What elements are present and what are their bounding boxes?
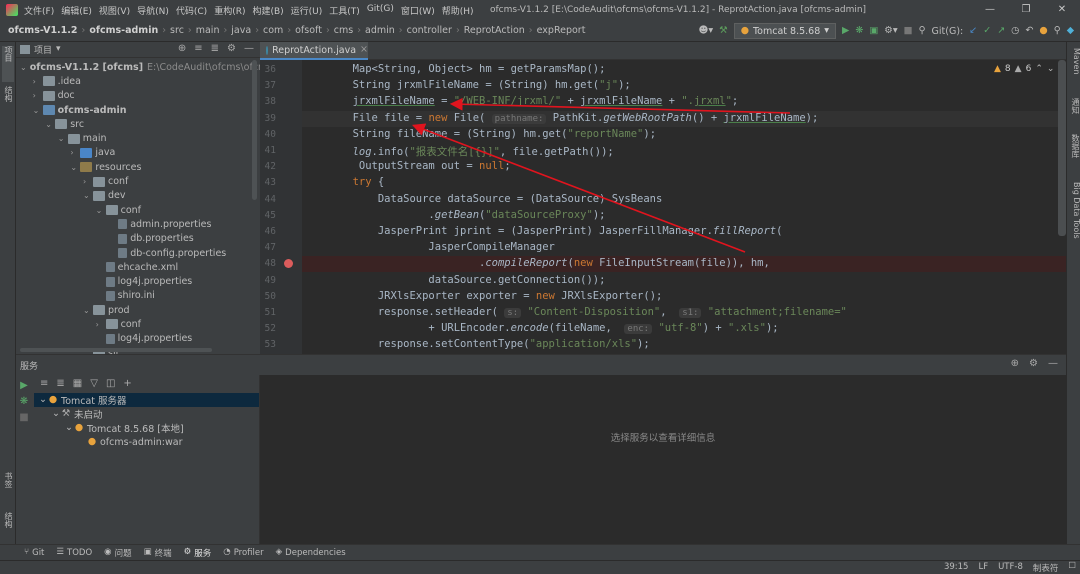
hide-icon[interactable]: — <box>1048 359 1058 369</box>
expand-all-icon[interactable]: ≡ <box>40 379 48 389</box>
service-node-label: 未启动 <box>74 410 103 421</box>
arrow-jrxml-to-file <box>449 97 791 114</box>
dependencies-icon: ◈ <box>275 547 283 558</box>
collapse-all-icon[interactable]: ≣ <box>56 379 64 389</box>
services-panel-title: 服务 <box>20 361 39 372</box>
services-empty-message: 选择服务以查看详细信息 <box>610 433 716 444</box>
tool-tab-终端[interactable]: ▣ 终端 <box>143 547 172 559</box>
service-node-label: ofcms-admin:war <box>100 436 183 448</box>
service-node[interactable]: ⌄ ⚒ 未启动 <box>34 407 259 421</box>
tool-tab-profiler[interactable]: ◔ Profiler <box>223 548 263 558</box>
gear-icon[interactable]: ⚙ <box>1029 359 1038 369</box>
right-tool-strip: Maven 通知 数据库 Big Data Tools <box>1066 42 1080 544</box>
group-by-icon[interactable]: ▦ <box>73 379 82 389</box>
services-detail-panel: 选择服务以查看详细信息 <box>260 375 1066 545</box>
tool-tab-label: 问题 <box>114 548 132 559</box>
chevron-down-icon[interactable]: ⌄ <box>51 409 61 419</box>
add-service-icon[interactable]: + <box>123 379 131 389</box>
lock-icon[interactable]: ☐ <box>1068 562 1076 574</box>
service-node[interactable]: ● ofcms-admin:war <box>34 435 259 449</box>
tool-tab-dependencies[interactable]: ◈ Dependencies <box>276 548 346 558</box>
artifact-icon: ● <box>87 436 97 448</box>
file-encoding[interactable]: UTF-8 <box>998 562 1023 574</box>
filter-icon[interactable]: ▽ <box>90 379 98 389</box>
services-tree: ⌄ ● Tomcat 服务器 ⌄ ⚒ 未启动 ⌄ ● Tomcat 8.5.68 [本地] ● of… <box>34 393 259 449</box>
add-icon[interactable]: ⊕ <box>1011 359 1019 369</box>
tool-tab-label: Git <box>32 547 45 558</box>
bottom-tool-tabs: ⑂ Git ☰ TODO ◉ 问题 ▣ 终端 ⚙ 服务 ◔ Profiler ◈ Dependencies <box>0 544 1080 560</box>
chevron-down-icon[interactable]: ⌄ <box>38 395 48 405</box>
terminal-icon: ▣ <box>143 547 152 558</box>
notifications-tool-tab[interactable]: 通知 <box>1069 98 1080 126</box>
service-node-label: Tomcat 8.5.68 [本地] <box>87 424 184 435</box>
arrow-file-to-fileinputstream <box>412 123 746 253</box>
service-node-label: Tomcat 服务器 <box>61 396 127 407</box>
tool-tab-label: 终端 <box>154 548 172 559</box>
tomcat-icon: ● <box>74 422 84 434</box>
tool-tab-label: Dependencies <box>285 547 346 558</box>
services-icon: ⚙ <box>183 547 192 558</box>
profiler-icon: ◔ <box>223 547 231 558</box>
big-data-tools-tab[interactable]: Big Data Tools <box>1069 182 1080 252</box>
tool-tab-label: TODO <box>67 547 93 558</box>
database-tool-tab[interactable]: 数据库 <box>1069 134 1080 174</box>
maven-tool-tab[interactable]: Maven <box>1069 48 1080 88</box>
status-bar: 39:15 LF UTF-8 制表符 ☐ <box>0 560 1080 574</box>
new-tab-icon[interactable]: ◫ <box>106 379 115 389</box>
service-node[interactable]: ⌄ ● Tomcat 8.5.68 [本地] <box>34 421 259 435</box>
tool-tab-label: 服务 <box>194 548 212 559</box>
not-started-icon: ⚒ <box>61 408 71 420</box>
debug-icon[interactable]: ❋ <box>16 397 32 407</box>
stop-icon[interactable]: ■ <box>16 413 32 423</box>
caret-position[interactable]: 39:15 <box>944 562 969 574</box>
line-separator[interactable]: LF <box>978 562 988 574</box>
tool-tab-git[interactable]: ⑂ Git <box>24 548 44 558</box>
git-branch-icon: ⑂ <box>24 547 30 558</box>
tool-tab-服务[interactable]: ⚙ 服务 <box>183 547 212 559</box>
problems-icon: ◉ <box>104 547 112 558</box>
tool-tab-label: Profiler <box>233 547 264 558</box>
indent-setting[interactable]: 制表符 <box>1033 562 1059 574</box>
services-tree-panel: ≡ ≣ ▦ ▽ ◫ + ⌄ ● Tomcat 服务器 ⌄ ⚒ 未启动 ⌄ ● Tomcat 8.… <box>34 375 260 545</box>
tomcat-icon: ● <box>48 394 58 406</box>
run-icon[interactable]: ▶ <box>16 381 32 391</box>
todo-icon: ☰ <box>56 547 65 558</box>
tool-tab-问题[interactable]: ◉ 问题 <box>104 547 132 559</box>
chevron-down-icon[interactable]: ⌄ <box>64 423 74 433</box>
service-node[interactable]: ⌄ ● Tomcat 服务器 <box>34 393 259 407</box>
services-side-toolbar: ▶ ❋ ■ <box>16 375 32 545</box>
services-panel: 服务 ⊕ ⚙ — ▶ ❋ ■ ≡ ≣ ▦ ▽ ◫ + ⌄ ● Tomcat 服务器 ⌄… <box>16 354 1066 545</box>
tool-tab-todo[interactable]: ☰ TODO <box>56 548 92 558</box>
